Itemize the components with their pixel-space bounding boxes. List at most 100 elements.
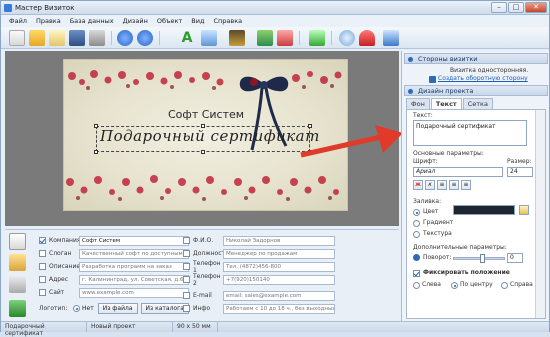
rotation-slider-thumb[interactable] — [480, 254, 485, 263]
color-picker-icon[interactable] — [519, 205, 529, 215]
create-back-side-link[interactable]: Создать оборотную сторону — [438, 75, 528, 82]
fill-gradient-radio[interactable] — [413, 220, 420, 227]
edit-card-icon[interactable] — [9, 233, 26, 250]
font-size-select[interactable]: 24 — [507, 167, 533, 177]
company-field[interactable]: Софт Систем — [79, 235, 189, 246]
email-checkbox[interactable] — [183, 292, 190, 299]
shapes-icon[interactable] — [277, 30, 293, 46]
resize-handle[interactable] — [94, 124, 98, 128]
site-checkbox[interactable] — [39, 289, 46, 296]
status-selected-object: Подарочный сертификат — [1, 322, 87, 337]
properties-scrollbar[interactable] — [535, 110, 545, 318]
callout-arrow — [300, 125, 403, 158]
map-icon[interactable] — [257, 30, 273, 46]
qr-code-icon[interactable] — [309, 30, 325, 46]
rotate-icon — [413, 254, 420, 261]
description-label: Описание — [49, 263, 81, 270]
app-icon — [4, 4, 12, 12]
description-field[interactable]: Разработка программ на заказ — [79, 261, 189, 272]
fio-field[interactable]: Николай Задорнов — [223, 235, 335, 246]
logo-from-catalog-button[interactable]: Из каталога — [140, 303, 189, 314]
text-input[interactable]: Подарочный сертификат — [413, 120, 527, 146]
help-icon[interactable] — [383, 30, 399, 46]
align-left-radio[interactable] — [413, 282, 420, 289]
phone2-checkbox[interactable] — [183, 276, 190, 283]
logo-label: Логотип: — [39, 305, 68, 312]
undo-icon[interactable] — [117, 30, 133, 46]
position-checkbox[interactable] — [183, 250, 190, 257]
gift-icon[interactable] — [359, 30, 375, 46]
card-headline-text[interactable]: Подарочный сертификат — [100, 127, 320, 145]
field-row-position: Должность Менеджер по продажам — [183, 248, 335, 259]
fill-color-swatch[interactable] — [453, 205, 515, 215]
menu-file[interactable]: Файл — [5, 15, 32, 27]
align-right-icon[interactable]: ≡ — [461, 180, 471, 190]
description-checkbox[interactable] — [39, 263, 46, 270]
rotation-slider[interactable] — [453, 254, 505, 263]
fill-color-radio[interactable] — [413, 209, 420, 216]
info-checkbox[interactable] — [183, 305, 190, 312]
open-template-icon[interactable] — [49, 30, 65, 46]
maximize-button[interactable]: □ — [508, 2, 524, 13]
fix-position-checkbox[interactable] — [413, 270, 420, 277]
address-field[interactable]: г. Калининград, ул. Советская, д.67, кв.… — [79, 274, 189, 285]
align-left-icon[interactable]: ≡ — [437, 180, 447, 190]
tab-text[interactable]: Текст — [430, 98, 462, 109]
menu-database[interactable]: База данных — [66, 15, 119, 27]
slogan-checkbox[interactable] — [39, 250, 46, 257]
tab-background[interactable]: Фон — [406, 98, 430, 109]
align-center-radio[interactable] — [451, 282, 458, 289]
rotation-input[interactable]: 0 — [507, 253, 523, 263]
company-checkbox[interactable] — [39, 237, 46, 244]
site-field[interactable]: www.example.com — [79, 287, 189, 298]
company-label: Компания — [49, 237, 81, 244]
fill-texture-radio[interactable] — [413, 231, 420, 238]
add-photo-icon[interactable] — [229, 30, 245, 46]
tab-grid[interactable]: Сетка — [462, 98, 493, 109]
phone1-field[interactable]: Тел. (4872)456-800 — [223, 261, 335, 272]
bold-icon[interactable]: ж — [413, 180, 423, 190]
status-project: Новый проект — [87, 322, 173, 332]
position-field[interactable]: Менеджер по продажам — [223, 248, 335, 259]
save-icon[interactable] — [69, 30, 85, 46]
add-text-icon[interactable]: A — [179, 30, 195, 46]
address-checkbox[interactable] — [39, 276, 46, 283]
menu-object[interactable]: Объект — [153, 15, 187, 27]
slogan-field[interactable]: Качественный софт по доступным ценам — [79, 248, 189, 259]
logo-none-radio[interactable] — [73, 305, 80, 312]
resize-handle[interactable] — [94, 150, 98, 154]
email-field[interactable]: email: sales@example.com — [223, 290, 335, 301]
fio-checkbox[interactable] — [183, 237, 190, 244]
phone2-field[interactable]: +7(920)150140 — [223, 274, 335, 285]
logo-from-file-button[interactable]: Из файла — [97, 303, 138, 314]
close-button[interactable]: ✕ — [525, 2, 547, 13]
print-icon[interactable] — [89, 30, 105, 46]
align-center-icon[interactable]: ≡ — [449, 180, 459, 190]
sides-section-header[interactable]: Стороны визитки — [404, 53, 548, 64]
design-section-header[interactable]: Дизайн проекта — [404, 85, 548, 96]
info-field[interactable]: Работаем с 10 до 18 ч., без выходных — [223, 303, 335, 314]
align-right-radio[interactable] — [501, 282, 508, 289]
minimize-button[interactable]: – — [491, 2, 507, 13]
menu-design[interactable]: Дизайн — [119, 15, 153, 27]
add-image-icon[interactable] — [201, 30, 217, 46]
menu-edit[interactable]: Правка — [32, 15, 66, 27]
address-label: Адрес — [49, 276, 69, 283]
phone1-checkbox[interactable] — [183, 263, 190, 270]
excel-icon[interactable] — [9, 300, 26, 317]
zoom-icon[interactable] — [339, 30, 355, 46]
menu-view[interactable]: Вид — [187, 15, 209, 27]
user-icon[interactable] — [9, 254, 26, 271]
font-select[interactable]: Ариал — [413, 167, 503, 177]
resize-handle[interactable] — [201, 150, 205, 154]
open-folder-icon[interactable] — [29, 30, 45, 46]
menu-help[interactable]: Справка — [209, 15, 247, 27]
flower-border-top — [68, 70, 342, 90]
new-file-icon[interactable] — [9, 30, 25, 46]
card-company-text[interactable]: Софт Систем — [168, 108, 244, 121]
italic-icon[interactable]: к — [425, 180, 435, 190]
contacts-icon[interactable] — [9, 276, 26, 293]
rotation-label: Поворот: — [423, 254, 452, 261]
size-label: Размер: — [507, 158, 532, 165]
redo-icon[interactable] — [137, 30, 153, 46]
